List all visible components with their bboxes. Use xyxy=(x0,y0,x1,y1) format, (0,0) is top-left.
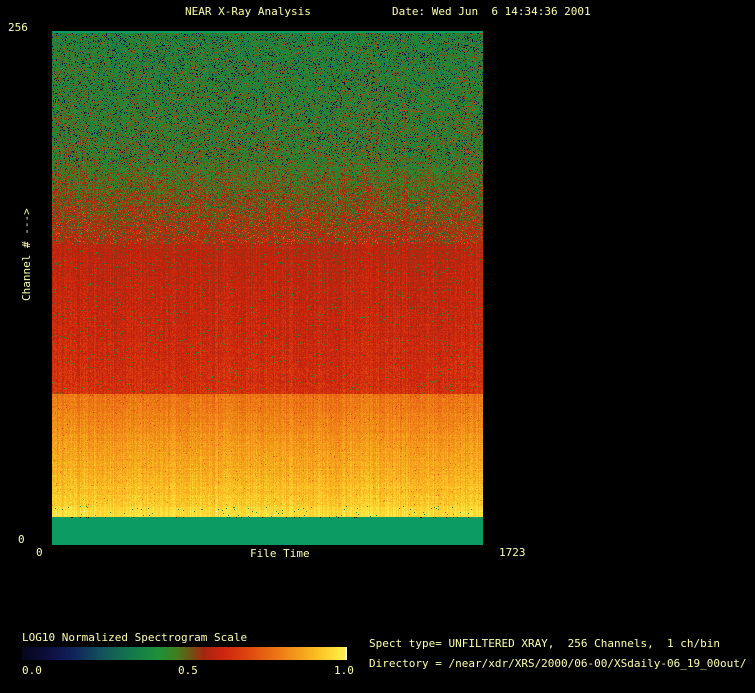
date-label: Date: Wed Jun 6 14:34:36 2001 xyxy=(392,5,591,18)
near-xray-analysis-window: NEAR X-Ray Analysis Date: Wed Jun 6 14:3… xyxy=(0,0,755,693)
spect-type-label: Spect type= UNFILTERED XRAY, 256 Channel… xyxy=(369,637,720,650)
spectrogram-canvas xyxy=(52,31,483,545)
x-axis-min-label: 0 xyxy=(36,546,43,559)
colorbar-canvas xyxy=(22,647,347,660)
colorbar-tick-mid: 0.5 xyxy=(178,664,198,677)
y-axis-min-label: 0 xyxy=(18,533,25,546)
colorbar-tick-low: 0.0 xyxy=(22,664,42,677)
x-axis-max-label: 1723 xyxy=(499,546,526,559)
colorbar-tick-high: 1.0 xyxy=(334,664,354,677)
y-axis-title: Channel # ---> xyxy=(20,208,33,301)
y-axis-max-label: 256 xyxy=(8,21,28,34)
page-title: NEAR X-Ray Analysis xyxy=(185,5,311,18)
x-axis-title: File Time xyxy=(250,547,310,560)
colorbar-title: LOG10 Normalized Spectrogram Scale xyxy=(22,631,247,644)
directory-label: Directory = /near/xdr/XRS/2000/06-00/XSd… xyxy=(369,657,747,670)
